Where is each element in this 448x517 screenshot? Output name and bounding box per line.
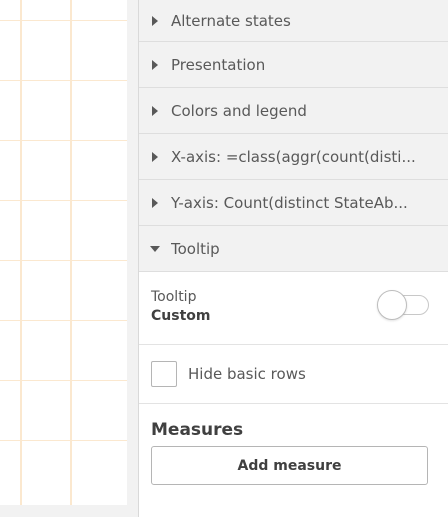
- gridline-horizontal: [0, 320, 127, 321]
- tooltip-toggle[interactable]: [377, 290, 429, 320]
- section-x-axis[interactable]: X-axis: =class(aggr(count(disti...: [139, 134, 448, 180]
- properties-panel: Alternate states Presentation Colors and…: [138, 0, 448, 517]
- gridline-horizontal: [0, 380, 127, 381]
- section-alternate-states[interactable]: Alternate states: [139, 0, 448, 42]
- tooltip-setting: Tooltip Custom: [139, 272, 448, 345]
- hide-basic-rows-row: Hide basic rows: [139, 345, 448, 404]
- tooltip-value: Custom: [151, 308, 211, 324]
- hide-basic-rows-checkbox[interactable]: [151, 361, 177, 387]
- caret-right-icon: [139, 197, 171, 208]
- section-label: X-axis: =class(aggr(count(disti...: [171, 147, 416, 166]
- measures-title: Measures: [151, 420, 244, 440]
- gridline-horizontal: [0, 80, 127, 81]
- gridline-horizontal: [0, 20, 127, 21]
- tooltip-label: Tooltip: [151, 289, 197, 305]
- section-label: Tooltip: [171, 239, 220, 258]
- gridline-horizontal: [0, 260, 127, 261]
- hide-basic-rows-label[interactable]: Hide basic rows: [188, 365, 306, 383]
- section-colors-and-legend[interactable]: Colors and legend: [139, 88, 448, 134]
- toggle-knob: [377, 290, 407, 320]
- gridline-vertical: [70, 0, 72, 505]
- gridline-vertical: [20, 0, 22, 505]
- section-y-axis[interactable]: Y-axis: Count(distinct StateAb...: [139, 180, 448, 226]
- canvas-divider: [127, 0, 138, 517]
- caret-down-icon: [139, 245, 171, 252]
- gridline-horizontal: [0, 200, 127, 201]
- chart-canvas: [0, 0, 127, 505]
- caret-right-icon: [139, 151, 171, 162]
- section-label: Alternate states: [171, 11, 291, 30]
- section-label: Colors and legend: [171, 101, 307, 120]
- caret-right-icon: [139, 59, 171, 70]
- section-tooltip[interactable]: Tooltip: [139, 226, 448, 272]
- gridline-horizontal: [0, 440, 127, 441]
- add-measure-button[interactable]: Add measure: [151, 446, 428, 485]
- section-label: Y-axis: Count(distinct StateAb...: [171, 193, 408, 212]
- caret-right-icon: [139, 15, 171, 26]
- canvas-bottom-strip: [0, 505, 138, 517]
- caret-right-icon: [139, 105, 171, 116]
- section-presentation[interactable]: Presentation: [139, 42, 448, 88]
- section-label: Presentation: [171, 55, 266, 74]
- gridline-horizontal: [0, 140, 127, 141]
